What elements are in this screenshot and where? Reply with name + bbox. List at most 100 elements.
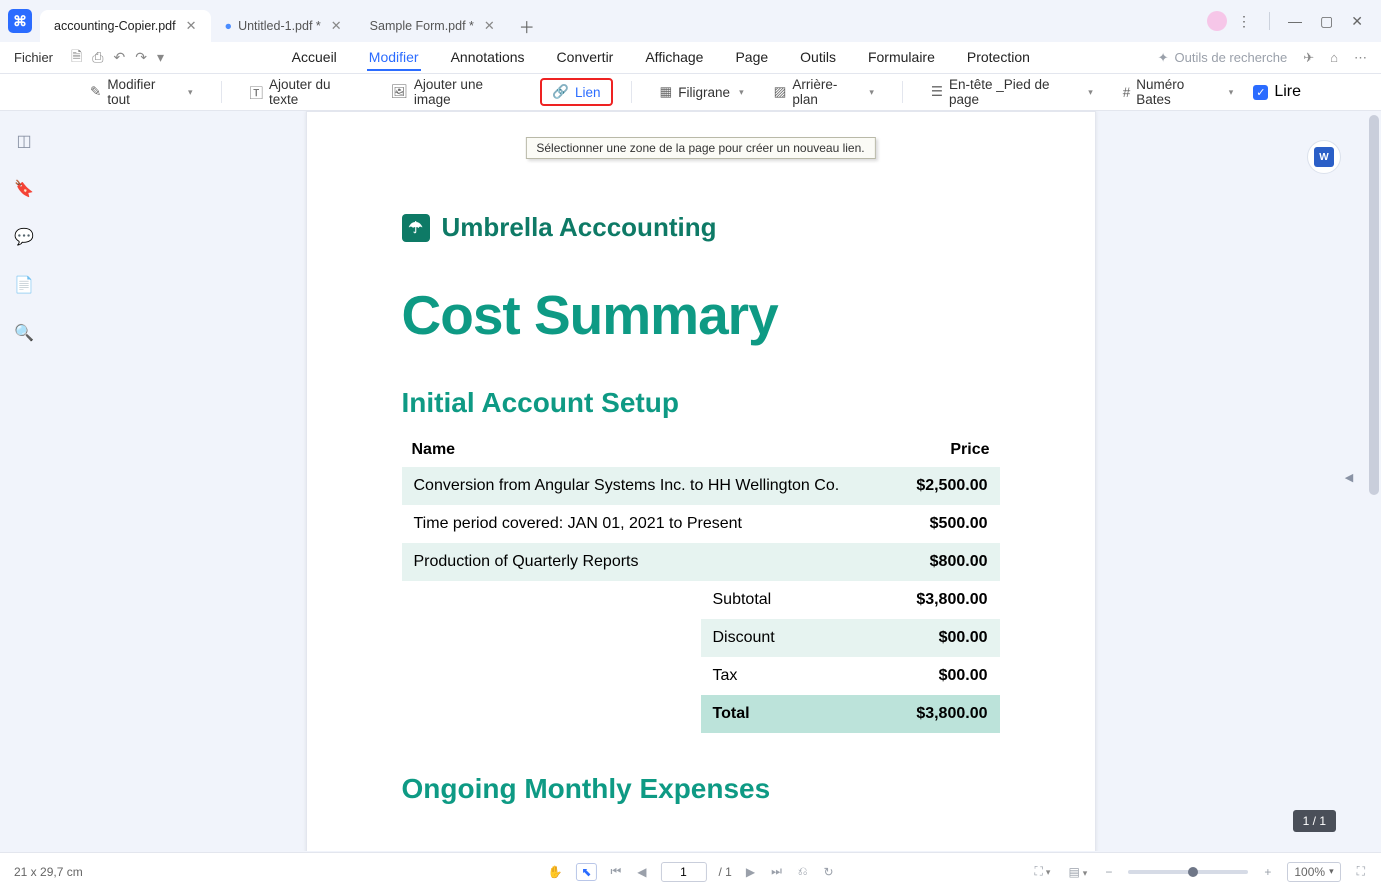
summary-label: Discount — [701, 619, 843, 657]
redo-icon[interactable]: ↷ — [135, 49, 147, 66]
table-row: Conversion from Angular Systems Inc. to … — [402, 467, 1000, 505]
attachment-icon[interactable]: 📄 — [14, 275, 34, 295]
link-tooltip: Sélectionner une zone de la page pour cr… — [525, 137, 875, 159]
label: Ajouter une image — [414, 77, 520, 107]
prev-view-icon[interactable]: ⎌ — [796, 864, 810, 879]
home-icon[interactable]: ⌂ — [1330, 50, 1338, 65]
next-page-icon[interactable]: ▶ — [744, 865, 757, 879]
tab-sample-form[interactable]: Sample Form.pdf * ✕ — [356, 10, 509, 42]
menu-convertir[interactable]: Convertir — [555, 45, 616, 71]
menu-formulaire[interactable]: Formulaire — [866, 45, 937, 71]
close-icon[interactable]: ✕ — [186, 18, 197, 34]
table-row: Time period covered: JAN 01, 2021 to Pre… — [402, 505, 1000, 543]
section-heading-1: Initial Account Setup — [402, 387, 1000, 419]
close-window-icon[interactable]: ✕ — [1351, 13, 1363, 30]
link-button[interactable]: 🔗 Lien — [540, 78, 612, 106]
main-menu: Accueil Modifier Annotations Convertir A… — [290, 45, 1032, 71]
menu-affichage[interactable]: Affichage — [643, 45, 705, 71]
background-icon: ▨ — [774, 84, 787, 100]
chevron-down-icon: ▾ — [1329, 866, 1334, 877]
label: Arrière-plan — [792, 77, 860, 107]
page-number-input[interactable] — [661, 862, 707, 882]
watermark-button[interactable]: ▦ Filigrane — [650, 80, 754, 104]
new-tab-button[interactable]: ＋ — [509, 10, 545, 42]
zoom-out-icon[interactable]: − — [1103, 865, 1114, 879]
cell-name: Time period covered: JAN 01, 2021 to Pre… — [402, 505, 896, 543]
undo-icon[interactable]: ↶ — [113, 49, 125, 66]
select-tool-icon[interactable]: ⬉ — [576, 863, 596, 881]
print-icon[interactable]: ⎙ — [92, 49, 103, 66]
menu-outils[interactable]: Outils — [798, 45, 838, 71]
bookmark-icon[interactable]: 🔖 — [14, 179, 34, 199]
zoom-value: 100% — [1294, 865, 1325, 879]
minimize-icon[interactable]: ― — [1288, 13, 1302, 29]
fit-page-icon[interactable]: ⛶ — [1033, 864, 1053, 879]
zoom-in-icon[interactable]: + — [1262, 865, 1273, 879]
vertical-scrollbar[interactable] — [1367, 111, 1381, 852]
export-word-badge[interactable]: W — [1307, 140, 1341, 174]
overflow-icon[interactable]: ⋯ — [1354, 50, 1367, 66]
label: Numéro Bates — [1136, 77, 1220, 107]
tab-untitled[interactable]: ● Untitled-1.pdf * ✕ — [211, 10, 356, 42]
first-page-icon[interactable]: ⏮ — [608, 864, 623, 879]
document-area[interactable]: Sélectionner une zone de la page pour cr… — [48, 111, 1353, 851]
file-menu[interactable]: Fichier — [14, 50, 53, 65]
zoom-slider[interactable] — [1128, 870, 1248, 874]
read-toggle[interactable]: ✓ Lire — [1253, 83, 1301, 101]
zoom-slider-knob[interactable] — [1188, 867, 1198, 877]
save-icon[interactable]: 🗎 — [71, 46, 82, 70]
background-button[interactable]: ▨ Arrière-plan — [764, 73, 884, 111]
label: Ajouter du texte — [269, 77, 361, 107]
header-footer-button[interactable]: ☰ En-tête _Pied de page — [921, 73, 1103, 111]
titlebar: ⌘ accounting-Copier.pdf ✕ ● Untitled-1.p… — [0, 0, 1381, 42]
prev-page-icon[interactable]: ◀ — [635, 865, 648, 879]
thumbnails-icon[interactable]: ◫ — [14, 131, 34, 151]
search-icon[interactable]: 🔍 — [14, 323, 34, 343]
header-footer-icon: ☰ — [931, 84, 943, 100]
add-text-button[interactable]: 🅃 Ajouter du texte — [240, 73, 371, 111]
add-image-button[interactable]: 🖼 Ajouter une image — [381, 73, 530, 111]
menu-accueil[interactable]: Accueil — [290, 45, 339, 71]
cell-name: Production of Quarterly Reports — [402, 543, 896, 581]
cell-price: $500.00 — [895, 505, 999, 543]
menu-protection[interactable]: Protection — [965, 45, 1032, 71]
maximize-icon[interactable]: ▢ — [1320, 13, 1333, 30]
quickbar-dropdown-icon[interactable]: ▾ — [157, 49, 164, 66]
zoom-level-dropdown[interactable]: 100% ▾ — [1287, 862, 1340, 882]
tab-label: accounting-Copier.pdf — [54, 19, 176, 33]
comment-icon[interactable]: 💬 — [14, 227, 34, 247]
tab-accounting[interactable]: accounting-Copier.pdf ✕ — [40, 10, 211, 42]
hand-tool-icon[interactable]: ✋ — [545, 865, 564, 879]
bates-number-button[interactable]: # Numéro Bates — [1113, 73, 1244, 111]
menu-page[interactable]: Page — [733, 45, 770, 71]
next-view-icon[interactable]: ↻ — [822, 865, 836, 879]
label: Filigrane — [678, 85, 730, 100]
close-icon[interactable]: ✕ — [484, 18, 495, 34]
more-icon[interactable]: ⋮ — [1237, 13, 1251, 30]
view-mode-icon[interactable]: ▤ — [1066, 865, 1089, 879]
cell-name: Conversion from Angular Systems Inc. to … — [402, 467, 896, 505]
divider — [631, 81, 632, 103]
summary-row: Subtotal $3,800.00 — [701, 581, 1000, 619]
last-page-icon[interactable]: ⏭ — [769, 864, 784, 879]
close-icon[interactable]: ✕ — [331, 18, 342, 34]
page-total: / 1 — [719, 865, 732, 879]
edit-all-button[interactable]: ✎ Modifier tout — [80, 73, 203, 111]
right-collapse-icon[interactable]: ◀ — [1343, 471, 1355, 493]
send-icon[interactable]: ✈ — [1303, 50, 1314, 66]
user-avatar[interactable] — [1207, 11, 1227, 31]
tab-label: Sample Form.pdf * — [370, 19, 474, 33]
divider — [221, 81, 222, 103]
menu-annotations[interactable]: Annotations — [449, 45, 527, 71]
sparkle-icon: ✦ — [1158, 50, 1169, 66]
label: Modifier tout — [107, 77, 179, 107]
scrollbar-thumb[interactable] — [1369, 115, 1379, 495]
cell-price: $2,500.00 — [895, 467, 999, 505]
pdf-page: Sélectionner une zone de la page pour cr… — [306, 111, 1096, 851]
summary-row-total: Total $3,800.00 — [701, 695, 1000, 733]
label: Lien — [575, 85, 601, 100]
menu-modifier[interactable]: Modifier — [367, 45, 421, 71]
search-tools-button[interactable]: ✦ Outils de recherche — [1158, 50, 1288, 66]
fullscreen-icon[interactable]: ⛶ — [1355, 864, 1367, 879]
link-icon: 🔗 — [552, 84, 569, 100]
